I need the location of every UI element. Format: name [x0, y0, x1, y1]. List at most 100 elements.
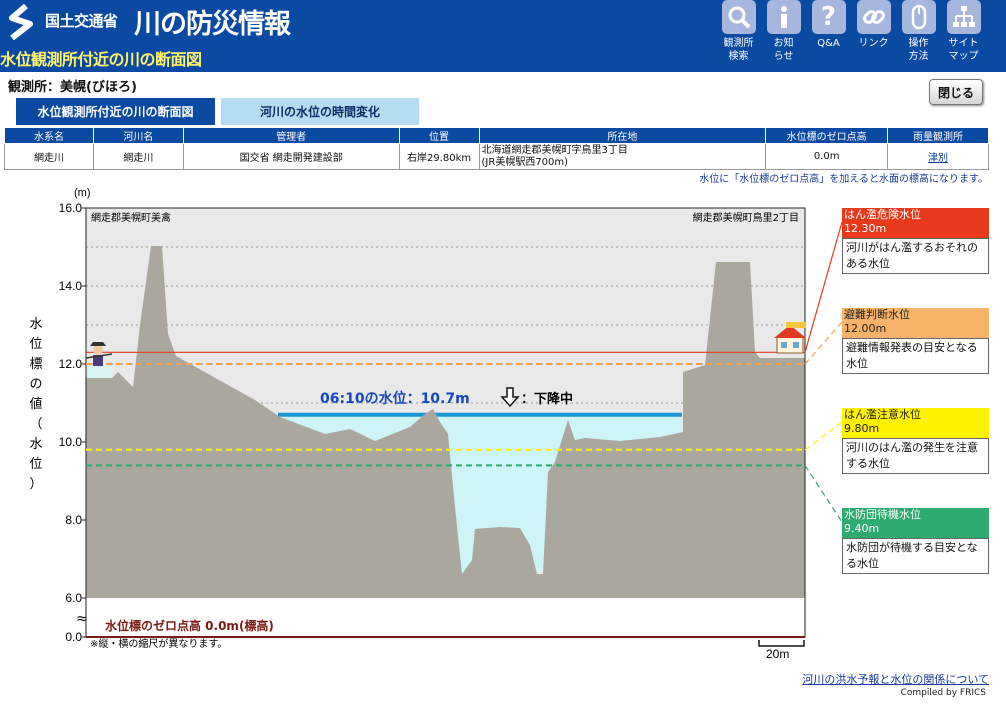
y-unit-label: (m): [74, 187, 91, 199]
level-name: 水防団待機水位: [844, 508, 921, 521]
trend-text: ：下降中: [521, 391, 573, 407]
y-tick-label: 8.0: [65, 513, 82, 527]
scale-bar: [758, 640, 805, 647]
legend-danger-level: はん濫危険水位 12.30m 河川がはん濫するおそれのある水位: [842, 208, 989, 274]
y-tick-label: 6.0: [65, 591, 82, 605]
legend-evacuation-level: 避難判断水位 12.00m 避難情報発表の目安となる水位: [842, 308, 989, 374]
level-desc: 水防団が待機する目安となる水位: [842, 538, 989, 574]
site-title: 川の防災情報: [134, 9, 291, 40]
level-value: 12.30m: [844, 222, 887, 235]
y-tick-label: 0.0: [65, 630, 82, 644]
legend-connector: [804, 321, 843, 365]
y-tick-label: 10.0: [59, 435, 83, 449]
info-icon: [766, 0, 801, 34]
level-name: はん濫注意水位: [844, 408, 921, 421]
level-value: 9.80m: [844, 422, 880, 435]
col-header: 所在地: [478, 127, 767, 144]
close-button[interactable]: 閉じる: [929, 79, 983, 105]
page-heading: 水位観測所付近の川の断面図: [0, 50, 202, 69]
y-tick-label: 16.0: [59, 201, 83, 215]
question-icon: ?: [811, 0, 846, 34]
tab-cross-section[interactable]: 水位観測所付近の川の断面図: [16, 98, 215, 125]
y-axis-label-char: 位: [29, 457, 42, 472]
y-axis-label-char: 値: [29, 396, 42, 412]
ministry-name: 国土交通省: [45, 12, 118, 30]
legend-caution-level: はん濫注意水位 9.80m 河川のはん濫の発生を注意する水位: [842, 408, 989, 474]
col-header: 水位標のゼロ点高: [765, 127, 889, 144]
legend-connector: [804, 221, 843, 353]
y-axis-label-char: （: [29, 417, 42, 432]
level-name: 避難判断水位: [844, 308, 910, 321]
nav-label: リンク: [858, 38, 889, 49]
legend-head: はん濫注意水位 9.80m: [842, 408, 989, 438]
level-value: 9.40m: [844, 522, 880, 535]
legend-head: 水防団待機水位 9.40m: [842, 508, 989, 538]
legend-connector: [804, 465, 843, 523]
y-axis-label-char: 水: [29, 437, 42, 452]
y-axis-label-char: 位: [29, 337, 42, 352]
rain-station-link[interactable]: 津別: [928, 153, 948, 164]
station-label: 観測所：美幌(びほろ): [8, 80, 137, 95]
cell-manager: 国交省 網走開発建設部: [182, 143, 400, 170]
col-header: 位置: [398, 127, 480, 144]
nav-howto[interactable]: 操作 方法: [896, 0, 941, 63]
cell-system: 網走川: [4, 143, 94, 170]
address-note: (JR美幌駅西700m): [481, 156, 569, 168]
cell-position: 右岸29.80km: [398, 143, 480, 170]
cell-zero-height: 0.0m: [765, 143, 889, 170]
y-axis-label-char: 標: [29, 357, 42, 372]
nav-label: Q&A: [817, 38, 840, 49]
nav-notice[interactable]: お知 らせ: [761, 0, 806, 63]
address-line: 北海道網走郡美幌町字鳥里3丁目: [481, 144, 628, 156]
legend-head: はん濫危険水位 12.30m: [842, 208, 989, 238]
y-axis-label-char: ）: [29, 477, 42, 492]
scale-bar-label: 20m: [766, 647, 789, 661]
header-nav: 観測所 検索 お知 らせ ? Q&A リンク 操作 方法 サイト マップ: [716, 0, 986, 63]
legend-head: 避難判断水位 12.00m: [842, 308, 989, 338]
level-value: 12.00m: [844, 322, 887, 335]
link-icon: [856, 0, 891, 34]
table-header-row: 水系名 河川名 管理者 位置 所在地 水位標のゼロ点高 雨量観測所: [4, 127, 989, 144]
legend-standby-level: 水防団待機水位 9.40m 水防団が待機する目安となる水位: [842, 508, 989, 574]
nav-label: お知 らせ: [773, 38, 794, 62]
right-bank-place: 網走郡美幌町鳥里2丁目: [693, 211, 799, 224]
station-info-table: 水系名 河川名 管理者 位置 所在地 水位標のゼロ点高 雨量観測所 網走川 網走…: [4, 127, 989, 170]
nav-label: 観測所 検索: [723, 38, 754, 62]
cell-address: 北海道網走郡美幌町字鳥里3丁目 (JR美幌駅西700m): [478, 143, 767, 170]
y-axis-label-char: 水: [29, 317, 42, 332]
y-tick-label: 12.0: [59, 357, 83, 371]
current-level-text: 06:10の水位：10.7m: [320, 390, 470, 407]
axis-break-icon: ≈: [76, 611, 88, 627]
cell-rain-station: 津別: [887, 143, 989, 170]
compiled-by: Compiled by FRICS: [900, 688, 986, 698]
table-row: 網走川 網走川 国交省 網走開発建設部 右岸29.80km 北海道網走郡美幌町字…: [4, 143, 989, 170]
level-desc: 河川のはん濫の発生を注意する水位: [842, 438, 989, 474]
search-icon: [721, 0, 756, 34]
nav-label: サイト マップ: [948, 38, 979, 62]
flood-forecast-link[interactable]: 河川の洪水予報と水位の関係について: [802, 671, 989, 687]
nav-qa[interactable]: ? Q&A: [806, 0, 851, 63]
col-header: 河川名: [92, 127, 184, 144]
col-header: 水系名: [4, 127, 94, 144]
zero-point-label: 水位標のゼロ点高 0.0m(標高): [105, 618, 274, 633]
level-name: はん濫危険水位: [844, 208, 921, 221]
nav-sitemap[interactable]: サイト マップ: [941, 0, 986, 63]
col-header: 雨量観測所: [887, 127, 989, 144]
y-tick-label: 14.0: [59, 279, 83, 293]
legend-connector: [804, 421, 843, 451]
nav-station-search[interactable]: 観測所 検索: [716, 0, 761, 63]
site-header: 国土交通省 川の防災情報 水位観測所付近の川の断面図 観測所 検索 お知 らせ …: [0, 0, 1006, 72]
sitemap-icon: [946, 0, 981, 34]
level-desc: 避難情報発表の目安となる水位: [842, 338, 989, 374]
nav-label: 操作 方法: [908, 38, 929, 62]
mouse-icon: [901, 0, 936, 34]
mlit-logo-icon: [9, 4, 33, 40]
cell-river: 網走川: [92, 143, 184, 170]
level-desc: 河川がはん濫するおそれのある水位: [842, 238, 989, 274]
tab-water-level-time[interactable]: 河川の水位の時間変化: [221, 98, 419, 125]
left-bank-place: 網走郡美幌町美禽: [91, 211, 171, 224]
scale-note: ※縦・横の縮尺が異なります。: [90, 637, 227, 650]
nav-links[interactable]: リンク: [851, 0, 896, 63]
y-axis-label-char: の: [29, 377, 42, 392]
col-header: 管理者: [182, 127, 400, 144]
